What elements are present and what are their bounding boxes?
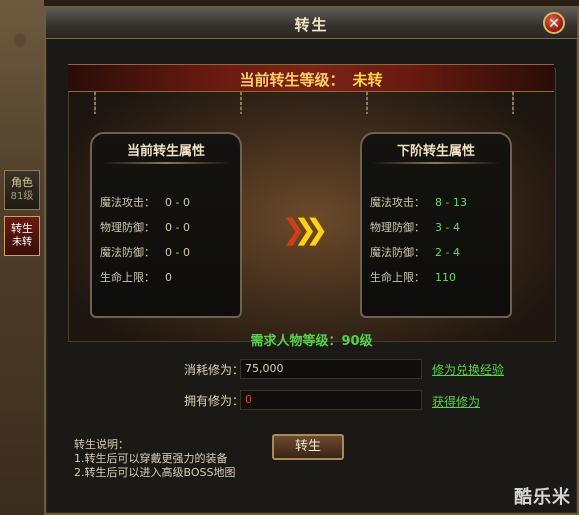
current-level-banner: 当前转生等级： 未转 xyxy=(68,64,554,92)
rebirth-notes: 转生说明： 1.转生后可以穿戴更强力的装备 2.转生后可以进入高级BOSS地图 xyxy=(74,438,235,480)
attr-max-hp: 生命上限： 0 xyxy=(100,269,172,285)
close-button[interactable]: ✕ xyxy=(543,12,565,34)
notes-title: 转生说明： xyxy=(74,438,129,451)
owned-label: 拥有修为： xyxy=(184,394,245,408)
attr-physical-defense: 物理防御： 0 - 0 xyxy=(100,219,190,235)
current-level-value: 未转 xyxy=(352,71,383,89)
current-level-label: 当前转生等级： xyxy=(239,71,345,89)
attr-label: 魔法攻击： xyxy=(100,196,155,209)
tab-rebirth[interactable]: 转生 未转 xyxy=(4,216,40,256)
attr-magic-defense: 魔法防御： 0 - 0 xyxy=(100,244,190,260)
rebirth-button[interactable]: 转生 xyxy=(272,434,344,460)
required-level-text: 需求人物等级：90级 xyxy=(250,334,373,349)
attr-value: 0 - 0 xyxy=(165,196,190,209)
attr-physical-defense: 物理防御： 3 - 4 xyxy=(370,219,460,235)
cost-label: 消耗修为： xyxy=(184,363,245,377)
side-tab-bar: 角色 81级 转生 未转 xyxy=(4,170,42,262)
arrow-right-icon: ❯❯❯ xyxy=(282,213,329,246)
owned-field: 0 xyxy=(240,390,422,410)
attr-value: 2 - 4 xyxy=(435,246,460,259)
attr-value: 0 - 0 xyxy=(165,246,190,259)
attr-label: 物理防御： xyxy=(370,221,425,234)
tab-rebirth-status: 未转 xyxy=(12,237,32,248)
panel-title: 当前转生属性 xyxy=(126,144,205,159)
get-cultivation-link[interactable]: 获得修为 xyxy=(432,393,480,410)
attr-label: 物理防御： xyxy=(100,221,155,234)
attr-value: 110 xyxy=(435,271,456,284)
attr-value: 8 - 13 xyxy=(435,196,467,209)
chain-decoration xyxy=(366,92,368,114)
divider xyxy=(102,162,230,164)
attr-label: 生命上限： xyxy=(370,271,425,284)
chain-decoration xyxy=(512,92,514,114)
watermark-logo: 酷乐米 xyxy=(514,487,571,508)
current-level-text: 当前转生等级： 未转 xyxy=(68,69,554,90)
attr-label: 生命上限： xyxy=(100,271,155,284)
attr-label: 魔法防御： xyxy=(100,246,155,259)
attr-max-hp: 生命上限： 110 xyxy=(370,269,456,285)
owned-value: 0 xyxy=(245,393,252,406)
cost-field: 75,000 xyxy=(240,359,422,379)
tab-rebirth-label: 转生 xyxy=(11,222,33,235)
note-line: 2.转生后可以进入高级BOSS地图 xyxy=(74,466,236,479)
exchange-exp-link[interactable]: 修为兑换经验 xyxy=(432,361,504,378)
window-titlebar[interactable]: 转生 ✕ xyxy=(46,8,577,39)
attr-label: 魔法攻击： xyxy=(370,196,425,209)
tab-character-level: 81级 xyxy=(10,191,34,202)
panel-title: 下阶转生属性 xyxy=(396,144,475,159)
window-title: 转生 xyxy=(294,16,329,34)
cost-value: 75,000 xyxy=(245,362,284,375)
attr-magic-defense: 魔法防御： 2 - 4 xyxy=(370,244,460,260)
note-line: 1.转生后可以穿戴更强力的装备 xyxy=(74,452,228,465)
attr-magic-attack: 魔法攻击： 8 - 13 xyxy=(370,194,467,210)
attr-magic-attack: 魔法攻击： 0 - 0 xyxy=(100,194,190,210)
next-attributes-panel: 下阶转生属性 魔法攻击： 8 - 13 物理防御： 3 - 4 魔法防御： 2 - 4… xyxy=(360,132,512,318)
current-attributes-panel: 当前转生属性 魔法攻击： 0 - 0 物理防御： 0 - 0 魔法防御： 0 - 0 … xyxy=(90,132,242,318)
tab-character-label: 角色 xyxy=(11,176,33,189)
chain-decoration xyxy=(240,92,242,114)
chain-decoration xyxy=(94,92,96,114)
attr-value: 0 - 0 xyxy=(165,221,190,234)
divider xyxy=(372,162,500,164)
rebirth-window: 转生 ✕ 当前转生等级： 未转 当前转生属性 魔法攻击： 0 - 0 物理防御： 0 … xyxy=(44,6,579,515)
attr-label: 魔法防御： xyxy=(370,246,425,259)
attr-value: 0 xyxy=(165,271,172,284)
tab-character[interactable]: 角色 81级 xyxy=(4,170,40,210)
attr-value: 3 - 4 xyxy=(435,221,460,234)
close-icon: ✕ xyxy=(548,16,560,32)
